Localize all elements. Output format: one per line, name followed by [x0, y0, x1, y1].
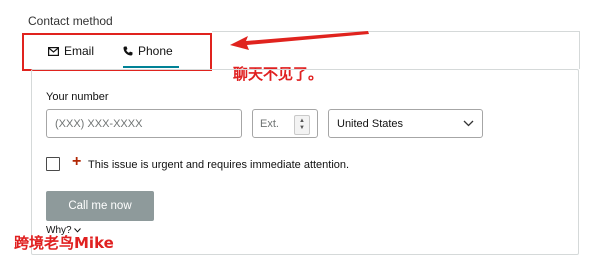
extension-field: ▲ ▼ [252, 109, 318, 138]
country-select[interactable]: United States [328, 109, 483, 138]
urgent-checkbox[interactable] [46, 157, 60, 171]
phone-number-input[interactable] [46, 109, 242, 138]
tab-highlight-box [22, 33, 212, 71]
call-me-now-button[interactable]: Call me now [46, 191, 154, 221]
your-number-label: Your number [46, 91, 109, 103]
urgent-checkbox-label: This issue is urgent and requires immedi… [88, 159, 350, 171]
country-select-value: United States [337, 117, 404, 130]
contact-method-title: Contact method [28, 14, 113, 28]
extension-stepper[interactable]: ▲ ▼ [294, 115, 310, 135]
stepper-up-icon[interactable]: ▲ [299, 118, 305, 125]
chevron-down-icon [463, 120, 474, 127]
stepper-down-icon[interactable]: ▼ [299, 125, 305, 132]
watermark-text: 跨境老鸟Mike [14, 234, 114, 252]
annotation-arrow-icon [230, 31, 369, 50]
urgent-marker: + [72, 153, 82, 170]
